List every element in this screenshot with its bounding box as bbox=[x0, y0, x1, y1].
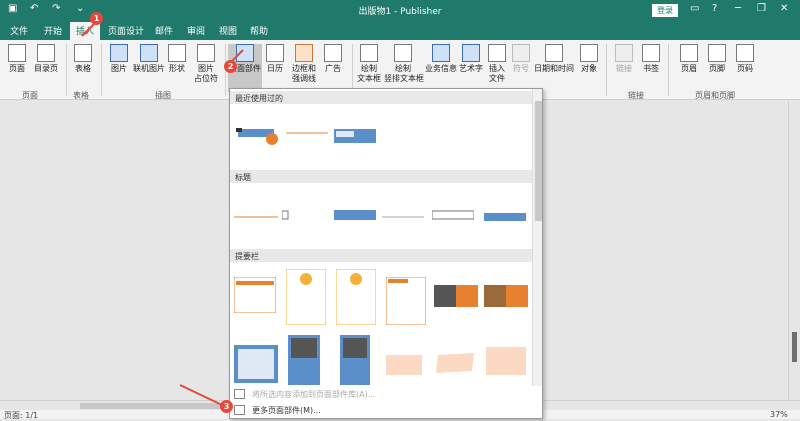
step-marker-1: 1 bbox=[90, 12, 103, 25]
step-marker-2: 2 bbox=[224, 60, 237, 73]
step-marker-3: 3 bbox=[220, 400, 233, 413]
annotation-arrows bbox=[81, 21, 244, 406]
